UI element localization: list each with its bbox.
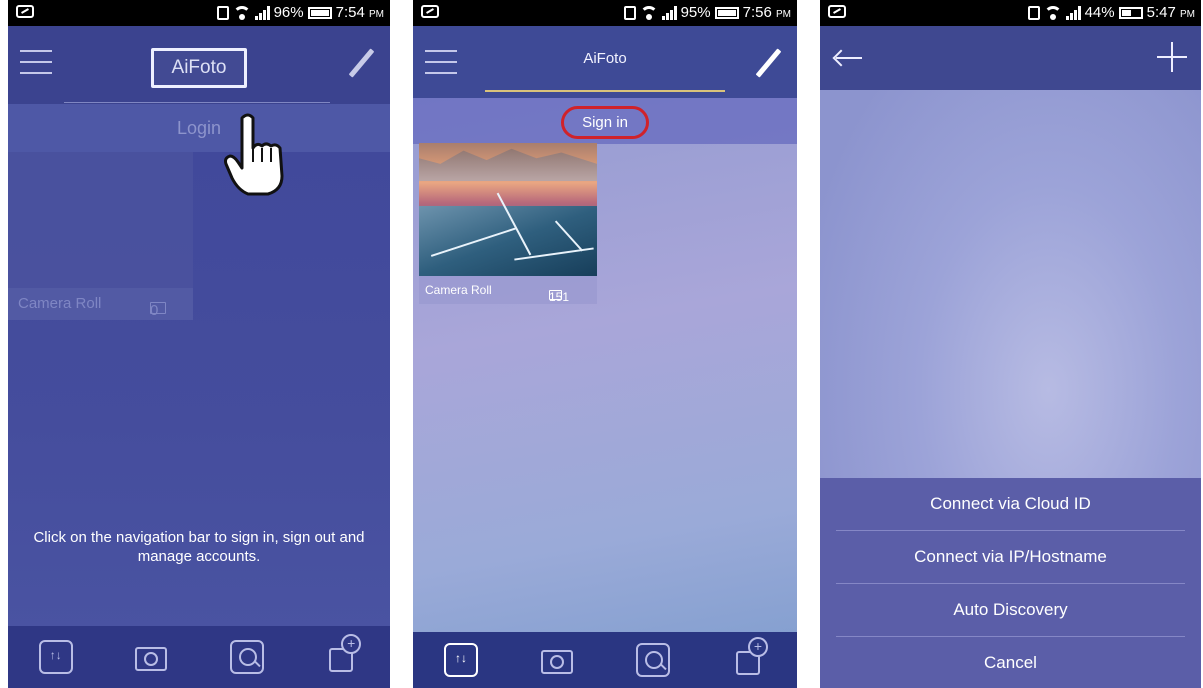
album-name: Camera Roll xyxy=(425,283,492,297)
album-name: Camera Roll xyxy=(18,295,102,312)
battery-icon xyxy=(1118,6,1143,19)
sort-icon[interactable]: ↑↓ xyxy=(444,643,478,677)
phone-screen-login: 96% 7:54 PM AiFoto Login Camera Roll 0 C… xyxy=(8,0,390,688)
signal-icon xyxy=(661,5,677,20)
wifi-icon xyxy=(639,5,658,20)
battery-icon xyxy=(307,6,332,19)
sort-icon[interactable]: ↑↓ xyxy=(38,640,73,674)
navigation-bar[interactable]: AiFoto xyxy=(413,26,797,98)
login-label: Login xyxy=(176,118,222,138)
status-bar: 95% 7:56 PM xyxy=(413,0,797,26)
wifi-icon xyxy=(1043,5,1062,20)
battery-icon xyxy=(714,6,739,19)
cancel-button[interactable]: Cancel xyxy=(820,637,1201,688)
connect-cloud-id-button[interactable]: Connect via Cloud ID xyxy=(820,478,1201,530)
battery-percent: 96% xyxy=(273,4,304,21)
wifi-icon xyxy=(232,5,251,20)
clock: 5:47 PM xyxy=(1146,4,1195,21)
login-bar[interactable]: Login xyxy=(8,104,390,152)
album-caption: Camera Roll 151 xyxy=(419,276,597,304)
title-underline xyxy=(64,102,330,103)
search-icon[interactable] xyxy=(636,643,670,677)
connect-action-sheet: Connect via Cloud ID Connect via IP/Host… xyxy=(820,478,1201,688)
battery-percent: 44% xyxy=(1084,4,1115,21)
back-arrow-icon[interactable] xyxy=(832,48,864,68)
signin-button[interactable]: Sign in xyxy=(561,106,649,139)
search-icon[interactable] xyxy=(229,640,264,674)
screenshot-icon xyxy=(828,5,846,18)
album-tile[interactable]: Camera Roll 151 xyxy=(419,143,597,321)
signin-bar[interactable]: Sign in xyxy=(413,98,797,144)
camera-icon[interactable] xyxy=(134,640,168,674)
album-thumbnail xyxy=(419,143,597,276)
hand-pointer-icon xyxy=(224,113,284,196)
signal-icon xyxy=(1065,5,1081,20)
auto-discovery-button[interactable]: Auto Discovery xyxy=(820,584,1201,636)
pencil-icon[interactable] xyxy=(753,48,783,78)
pencil-icon[interactable] xyxy=(346,48,376,78)
camera-icon[interactable] xyxy=(540,643,574,677)
clock: 7:56 PM xyxy=(742,4,791,21)
phone-screen-connect: 44% 5:47 PM Connect via Cloud ID Connect… xyxy=(820,0,1201,688)
screenshot-icon xyxy=(16,5,34,18)
image-icon xyxy=(549,290,562,300)
clock: 7:54 PM xyxy=(335,4,384,21)
status-bar: 96% 7:54 PM xyxy=(8,0,390,26)
status-bar: 44% 5:47 PM xyxy=(820,0,1201,26)
app-title[interactable]: AiFoto xyxy=(413,50,797,67)
vibrate-icon xyxy=(216,5,229,20)
phone-screen-signin: 95% 7:56 PM AiFoto Sign in Camera Roll 1… xyxy=(413,0,797,688)
album-caption: Camera Roll 0 xyxy=(8,288,193,320)
signal-icon xyxy=(254,5,270,20)
vibrate-icon xyxy=(1027,5,1040,20)
bottom-toolbar: ↑↓ xyxy=(413,632,797,688)
navigation-bar xyxy=(820,26,1201,90)
battery-percent: 95% xyxy=(680,4,711,21)
screenshot-icon xyxy=(421,5,439,18)
navigation-bar[interactable]: AiFoto xyxy=(8,26,390,104)
navigation-hint: Click on the navigation bar to sign in, … xyxy=(33,529,365,565)
connect-ip-hostname-button[interactable]: Connect via IP/Hostname xyxy=(820,531,1201,583)
bottom-toolbar: ↑↓ xyxy=(8,626,390,688)
image-icon xyxy=(150,302,166,314)
title-underline xyxy=(485,90,725,92)
add-folder-icon[interactable] xyxy=(732,637,768,677)
plus-icon[interactable] xyxy=(1157,42,1187,72)
app-title[interactable]: AiFoto xyxy=(150,48,248,88)
add-folder-icon[interactable] xyxy=(325,634,362,674)
vibrate-icon xyxy=(623,5,636,20)
